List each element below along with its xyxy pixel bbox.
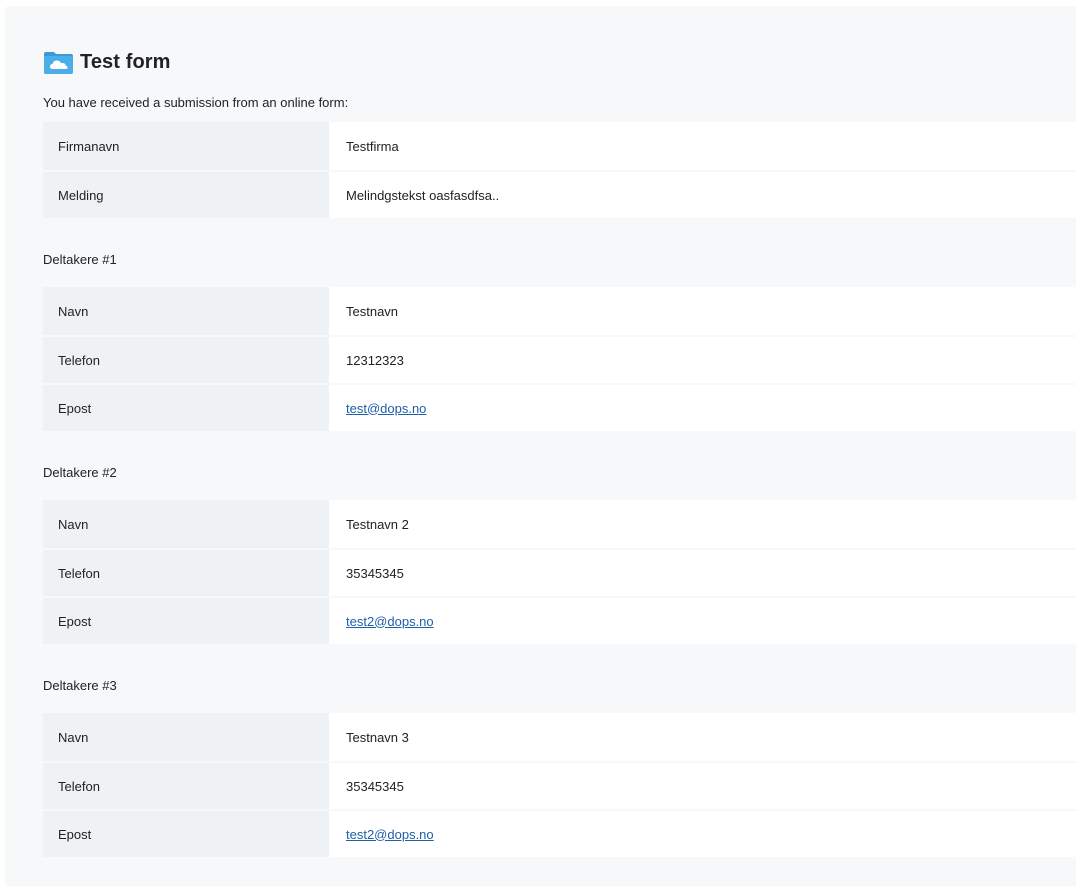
field-value: 35345345 xyxy=(329,761,1076,809)
field-value: test@dops.no xyxy=(329,383,1076,431)
field-value: Testnavn 2 xyxy=(329,500,1076,548)
field-value: test2@dops.no xyxy=(329,596,1076,644)
email-link[interactable]: test2@dops.no xyxy=(346,614,434,629)
table-row: Navn Testnavn 2 xyxy=(43,500,1076,548)
folder-cloud-icon xyxy=(43,50,74,75)
table-row: Telefon 35345345 xyxy=(43,548,1076,596)
group-table: Navn Testnavn 2 Telefon 35345345 Epost t… xyxy=(43,500,1076,644)
field-label: Telefon xyxy=(43,548,329,596)
field-value: Testfirma xyxy=(329,122,1076,170)
table-row: Firmanavn Testfirma xyxy=(43,122,1076,170)
table-row: Telefon 35345345 xyxy=(43,761,1076,809)
group-table: Navn Testnavn Telefon 12312323 Epost tes… xyxy=(43,287,1076,431)
main-fields-table: Firmanavn Testfirma Melding Melindgsteks… xyxy=(43,122,1076,218)
field-label: Telefon xyxy=(43,335,329,383)
table-row: Epost test@dops.no xyxy=(43,383,1076,431)
email-link[interactable]: test2@dops.no xyxy=(346,827,434,842)
group-title: Deltakere #2 xyxy=(43,465,117,480)
field-value: 12312323 xyxy=(329,335,1076,383)
group-table: Navn Testnavn 3 Telefon 35345345 Epost t… xyxy=(43,713,1076,857)
table-row: Navn Testnavn xyxy=(43,287,1076,335)
form-title: Test form xyxy=(80,50,171,73)
field-label: Firmanavn xyxy=(43,122,329,170)
field-value: 35345345 xyxy=(329,548,1076,596)
table-row: Epost test2@dops.no xyxy=(43,809,1076,857)
field-label: Navn xyxy=(43,713,329,761)
field-label: Telefon xyxy=(43,761,329,809)
field-label: Epost xyxy=(43,809,329,857)
field-value: Testnavn 3 xyxy=(329,713,1076,761)
table-row: Melding Melindgstekst oasfasdfsa.. xyxy=(43,170,1076,218)
group-title: Deltakere #3 xyxy=(43,678,117,693)
intro-text: You have received a submission from an o… xyxy=(43,95,349,110)
form-header: Test form xyxy=(43,46,1076,78)
field-value: Melindgstekst oasfasdfsa.. xyxy=(329,170,1076,218)
field-label: Melding xyxy=(43,170,329,218)
table-row: Epost test2@dops.no xyxy=(43,596,1076,644)
email-link[interactable]: test@dops.no xyxy=(346,401,426,416)
field-label: Navn xyxy=(43,500,329,548)
table-row: Telefon 12312323 xyxy=(43,335,1076,383)
field-value: Testnavn xyxy=(329,287,1076,335)
field-label: Epost xyxy=(43,383,329,431)
field-label: Navn xyxy=(43,287,329,335)
table-row: Navn Testnavn 3 xyxy=(43,713,1076,761)
email-panel: Test form You have received a submission… xyxy=(5,6,1076,886)
field-value: test2@dops.no xyxy=(329,809,1076,857)
email-content: Test form You have received a submission… xyxy=(43,46,1076,857)
group-title: Deltakere #1 xyxy=(43,252,117,267)
field-label: Epost xyxy=(43,596,329,644)
